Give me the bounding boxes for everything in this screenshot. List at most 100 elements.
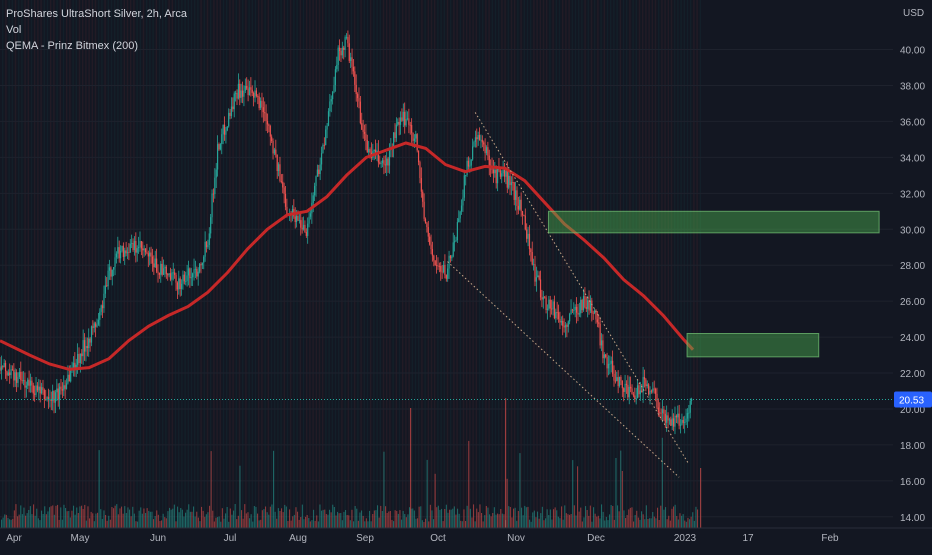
volume-bar	[490, 516, 492, 528]
candle-body	[614, 380, 616, 382]
candle-body	[301, 227, 303, 230]
volume-bar	[125, 513, 127, 528]
volume-bar	[12, 518, 14, 528]
volume-bar	[329, 509, 331, 528]
candle-body	[161, 263, 163, 275]
volume-bar	[442, 521, 444, 528]
candle-body	[677, 413, 679, 418]
volume-bar	[546, 509, 548, 528]
volume-bar	[153, 519, 155, 528]
session-stripe	[501, 0, 503, 528]
volume-bar	[485, 506, 487, 528]
volume-bar	[484, 515, 486, 528]
volume-bar	[372, 514, 374, 528]
session-stripe	[261, 0, 263, 528]
candle-body	[323, 144, 325, 146]
volume-bar	[561, 506, 563, 528]
session-stripe	[18, 0, 20, 528]
candle-body	[117, 247, 119, 254]
candle-body	[671, 418, 673, 426]
session-stripe	[594, 0, 596, 528]
volume-bar	[293, 514, 295, 528]
volume-bar	[146, 508, 148, 528]
candle-body	[343, 47, 345, 50]
candle-body	[548, 299, 550, 309]
volume-bar	[437, 505, 439, 528]
session-stripe	[424, 0, 426, 528]
volume-bar	[626, 515, 628, 528]
candle-body	[95, 323, 97, 327]
volume-bar	[209, 505, 211, 528]
session-stripe	[536, 0, 538, 528]
volume-bar	[359, 512, 361, 528]
volume-bar	[629, 507, 631, 528]
volume-bar	[81, 505, 83, 528]
candle-body	[609, 363, 611, 365]
volume-bar	[508, 506, 510, 528]
volume-bar	[29, 506, 31, 528]
candle-body	[688, 412, 690, 414]
volume-bar	[217, 517, 219, 528]
candle-body	[379, 162, 381, 164]
price-chart[interactable]: USD 14.00 16.00 18.00 20.00 22.00 24.00 26.00 28…	[0, 0, 932, 550]
candle-body	[638, 385, 640, 395]
volume-bar	[41, 510, 43, 528]
candle-body	[17, 377, 19, 383]
session-stripe	[126, 0, 129, 528]
volume-bar	[605, 517, 607, 528]
volume-bar	[610, 505, 612, 528]
chart-canvas[interactable]: USD14.0016.0018.0020.0022.0024.0026.0028…	[0, 0, 932, 550]
volume-bar	[308, 518, 310, 528]
candle-body	[61, 389, 63, 391]
candle-body	[668, 419, 671, 421]
volume-bar	[100, 509, 102, 528]
candle-body	[221, 134, 223, 144]
volume-bar	[36, 508, 38, 528]
candle-body	[99, 311, 101, 320]
volume-bar	[434, 473, 436, 528]
volume-bar	[138, 510, 140, 528]
volume-bar	[201, 506, 203, 528]
session-stripe	[8, 0, 10, 528]
session-stripe	[254, 0, 257, 528]
candle-body	[338, 47, 341, 51]
candle-body	[380, 162, 382, 164]
candle-body	[283, 187, 285, 194]
candle-body	[413, 138, 416, 141]
volume-bar	[535, 517, 537, 528]
volume-bar	[341, 520, 343, 528]
volume-bar	[47, 511, 49, 528]
volume-bar	[577, 466, 579, 528]
candle-body	[495, 169, 497, 184]
volume-bar	[537, 511, 539, 528]
session-stripe	[478, 0, 481, 528]
volume-bar	[658, 520, 660, 528]
candle-body	[527, 233, 529, 239]
volume-bar	[543, 520, 545, 528]
chart-title[interactable]: ProShares UltraShort Silver, 2h, Arca	[6, 6, 187, 22]
session-stripe	[242, 0, 244, 528]
legend-qema[interactable]: QEMA - Prinz Bitmex (200)	[6, 38, 187, 54]
volume-bar	[637, 517, 639, 528]
session-stripe	[357, 0, 359, 528]
legend-volume[interactable]: Vol	[6, 22, 187, 38]
candle-body	[121, 245, 123, 251]
candle-body	[632, 394, 635, 396]
session-stripe	[216, 0, 218, 528]
volume-bar	[130, 516, 132, 528]
session-stripe	[603, 0, 605, 528]
candle-body	[440, 265, 442, 272]
candle-body	[667, 415, 669, 421]
candle-body	[545, 297, 547, 310]
candle-body	[78, 353, 80, 364]
volume-bar	[653, 516, 655, 528]
volume-bar	[34, 515, 36, 528]
candle-body	[553, 301, 555, 319]
volume-bar	[356, 508, 358, 528]
session-stripe	[72, 0, 74, 528]
volume-bar	[580, 507, 582, 528]
session-stripe	[389, 0, 391, 528]
candle-body	[72, 362, 75, 368]
candle-body	[505, 170, 507, 177]
volume-bar	[661, 437, 663, 528]
